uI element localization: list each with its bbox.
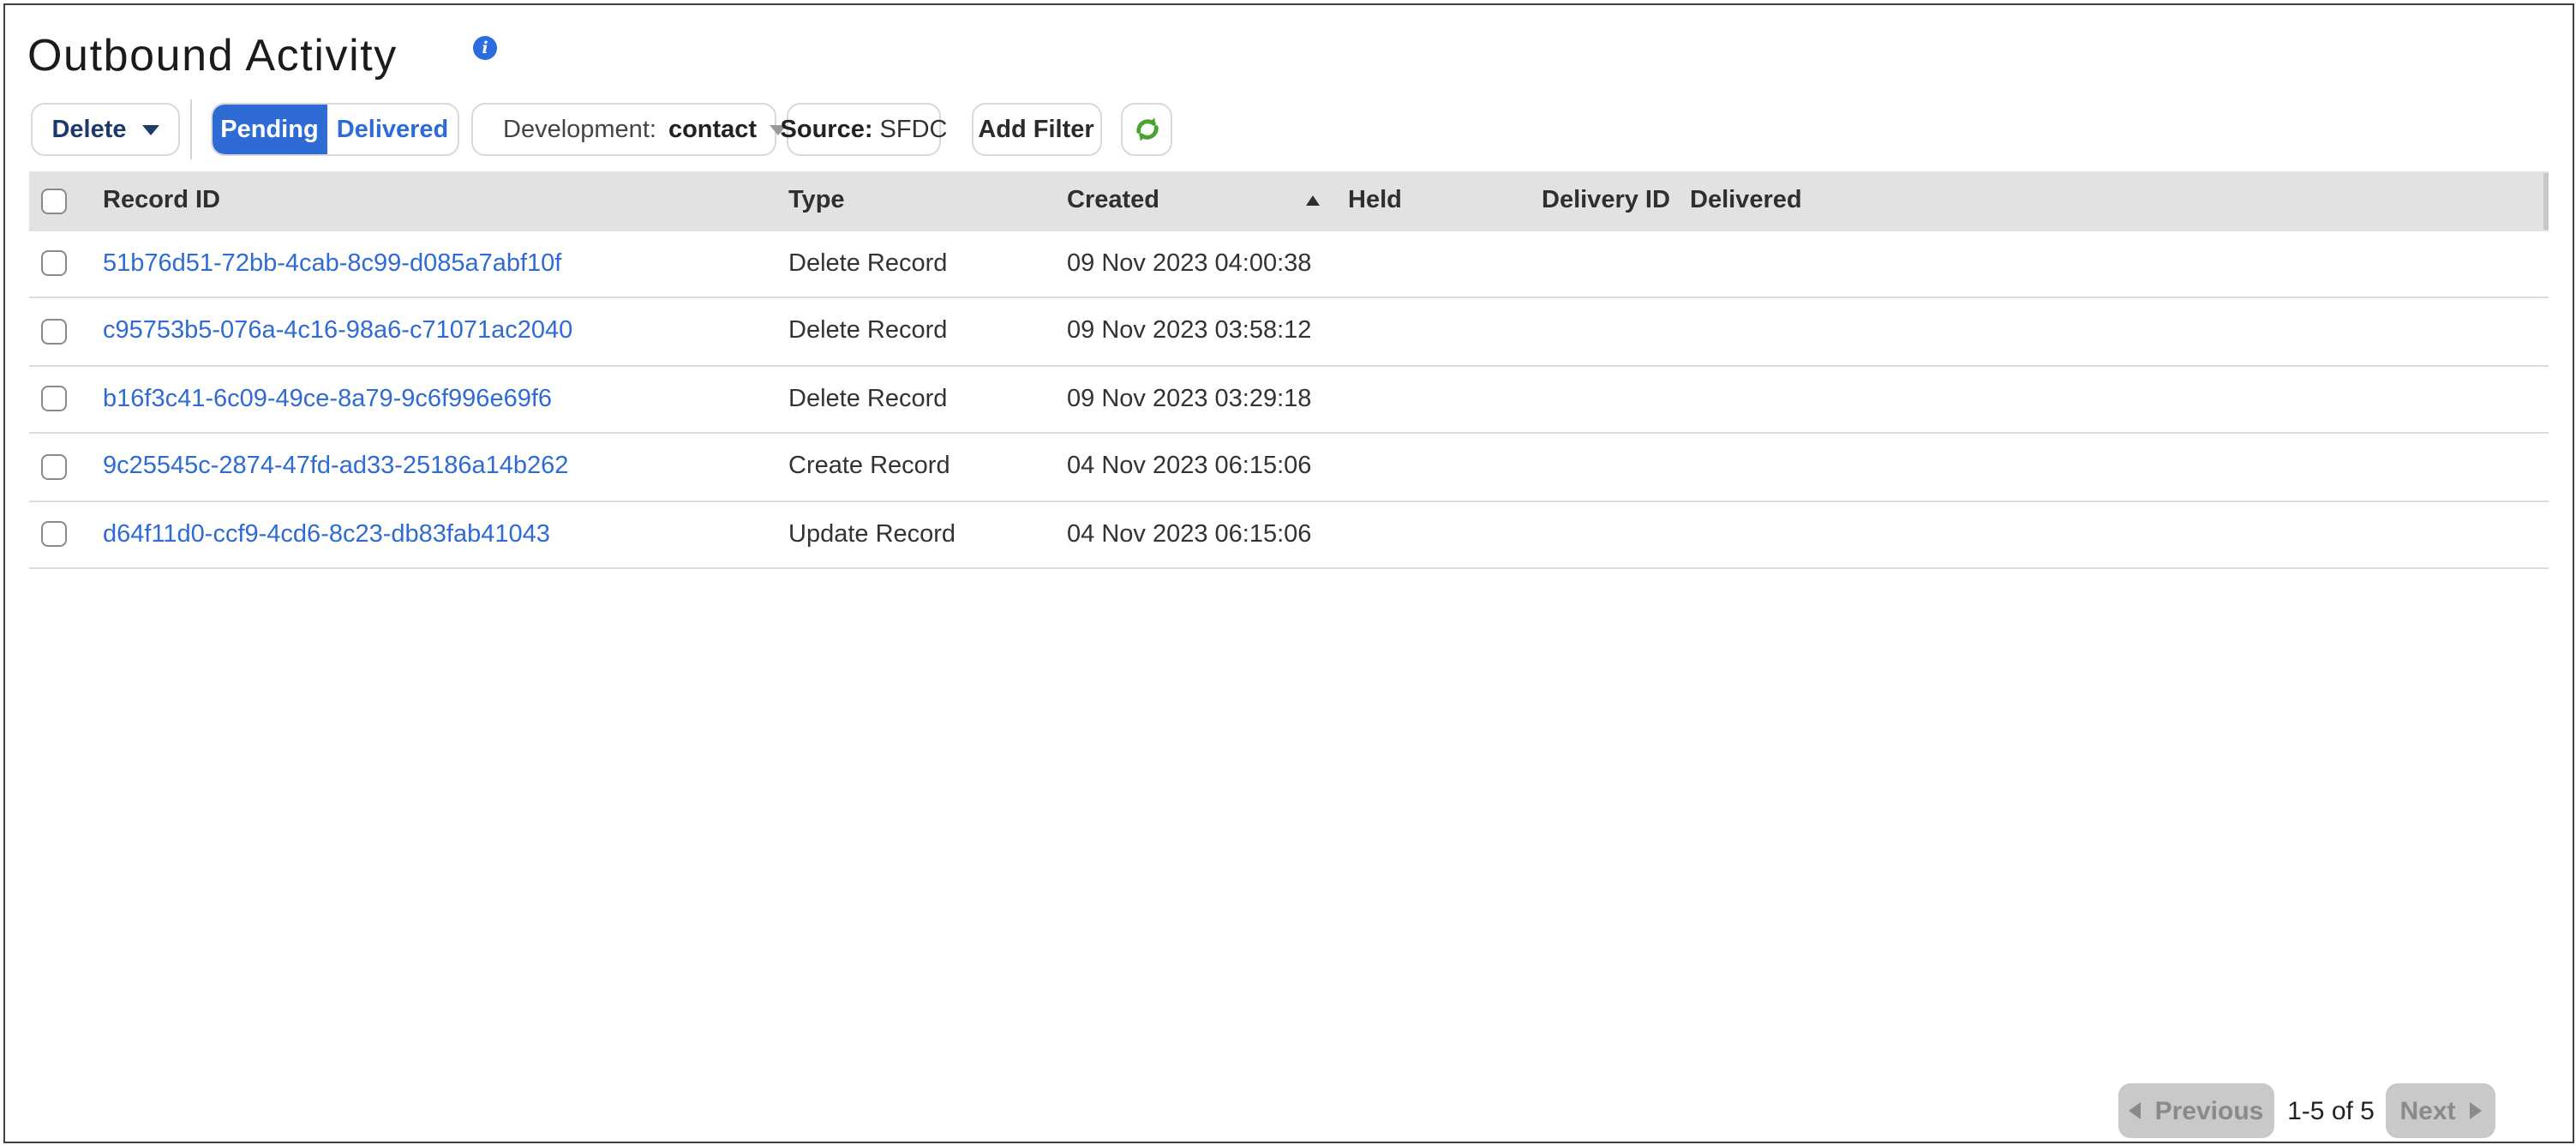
- column-header-record-id[interactable]: Record ID: [103, 188, 788, 215]
- column-header-created[interactable]: Created: [1067, 188, 1159, 215]
- sort-ascending-icon: [1305, 196, 1319, 207]
- table-row: 51b76d51-72bb-4cab-8c99-d085a7abf10f Del…: [28, 231, 2548, 298]
- table-row: b16f3c41-6c09-49ce-8a79-9c6f996e69f6 Del…: [28, 366, 2548, 434]
- toggle-delivered[interactable]: Delivered: [327, 105, 458, 154]
- column-header-type[interactable]: Type: [788, 188, 1067, 215]
- source-filter-button[interactable]: Source: SFDC: [787, 103, 941, 156]
- next-button-label: Next: [2399, 1096, 2455, 1125]
- add-filter-button[interactable]: Add Filter: [971, 103, 1101, 156]
- type-cell: Delete Record: [788, 386, 1067, 413]
- pagination-range: 1-5 of 5: [2276, 1097, 2386, 1126]
- row-checkbox[interactable]: [40, 319, 66, 345]
- next-page-button[interactable]: Next: [2386, 1083, 2495, 1138]
- record-id-link[interactable]: b16f3c41-6c09-49ce-8a79-9c6f996e69f6: [103, 386, 552, 413]
- outbound-activity-table: Record ID Type Created Held Delivery ID …: [28, 171, 2548, 569]
- toggle-pending[interactable]: Pending: [212, 105, 327, 154]
- table-row: 9c25545c-2874-47fd-ad33-25186a14b262 Cre…: [28, 434, 2548, 501]
- record-id-link[interactable]: d64f11d0-ccf9-4cd6-8c23-db83fab41043: [103, 521, 550, 549]
- record-id-link[interactable]: 9c25545c-2874-47fd-ad33-25186a14b262: [103, 453, 568, 481]
- created-cell: 09 Nov 2023 03:58:12: [1067, 318, 1348, 345]
- select-all-checkbox[interactable]: [40, 189, 66, 214]
- outbound-activity-page: Outbound Activity i Delete Pending Deliv…: [0, 0, 2576, 1145]
- source-filter-value: SFDC: [880, 116, 948, 143]
- column-header-delivered[interactable]: Delivered: [1690, 188, 2548, 215]
- row-checkbox[interactable]: [40, 387, 66, 412]
- previous-page-button[interactable]: Previous: [2118, 1083, 2274, 1138]
- info-icon[interactable]: i: [473, 36, 497, 60]
- list-filter-value: contact: [668, 116, 757, 143]
- previous-button-label: Previous: [2155, 1096, 2264, 1125]
- page-title: Outbound Activity: [27, 29, 398, 82]
- chevron-right-icon: [2470, 1102, 2482, 1119]
- list-filter-dropdown[interactable]: Development: contact: [470, 103, 776, 156]
- table-header-row: Record ID Type Created Held Delivery ID …: [28, 171, 2548, 231]
- record-id-link[interactable]: 51b76d51-72bb-4cab-8c99-d085a7abf10f: [103, 250, 561, 278]
- created-cell: 09 Nov 2023 04:00:38: [1067, 250, 1348, 278]
- list-filter-label: Development:: [503, 116, 656, 143]
- type-cell: Delete Record: [788, 318, 1067, 345]
- source-filter-label: Source:: [781, 116, 873, 143]
- type-cell: Delete Record: [788, 250, 1067, 278]
- caret-down-icon: [142, 124, 159, 135]
- refresh-icon: [1132, 115, 1161, 144]
- delete-dropdown-button[interactable]: Delete: [31, 103, 180, 156]
- table-row: c95753b5-076a-4c16-98a6-c71071ac2040 Del…: [28, 298, 2548, 366]
- toolbar-divider: [190, 99, 192, 159]
- record-id-link[interactable]: c95753b5-076a-4c16-98a6-c71071ac2040: [103, 318, 572, 345]
- created-cell: 04 Nov 2023 06:15:06: [1067, 453, 1348, 481]
- delete-button-label: Delete: [51, 116, 126, 143]
- row-checkbox[interactable]: [40, 251, 66, 277]
- column-header-delivery-id[interactable]: Delivery ID: [1542, 188, 1690, 215]
- type-cell: Update Record: [788, 521, 1067, 549]
- row-checkbox[interactable]: [40, 454, 66, 480]
- chevron-left-icon: [2130, 1102, 2142, 1119]
- type-cell: Create Record: [788, 453, 1067, 481]
- row-checkbox[interactable]: [40, 522, 66, 548]
- created-cell: 09 Nov 2023 03:29:18: [1067, 386, 1348, 413]
- status-toggle: Pending Delivered: [210, 103, 459, 156]
- table-row: d64f11d0-ccf9-4cd6-8c23-db83fab41043 Upd…: [28, 501, 2548, 569]
- created-cell: 04 Nov 2023 06:15:06: [1067, 521, 1348, 549]
- column-header-held[interactable]: Held: [1348, 188, 1542, 215]
- refresh-button[interactable]: [1121, 103, 1172, 156]
